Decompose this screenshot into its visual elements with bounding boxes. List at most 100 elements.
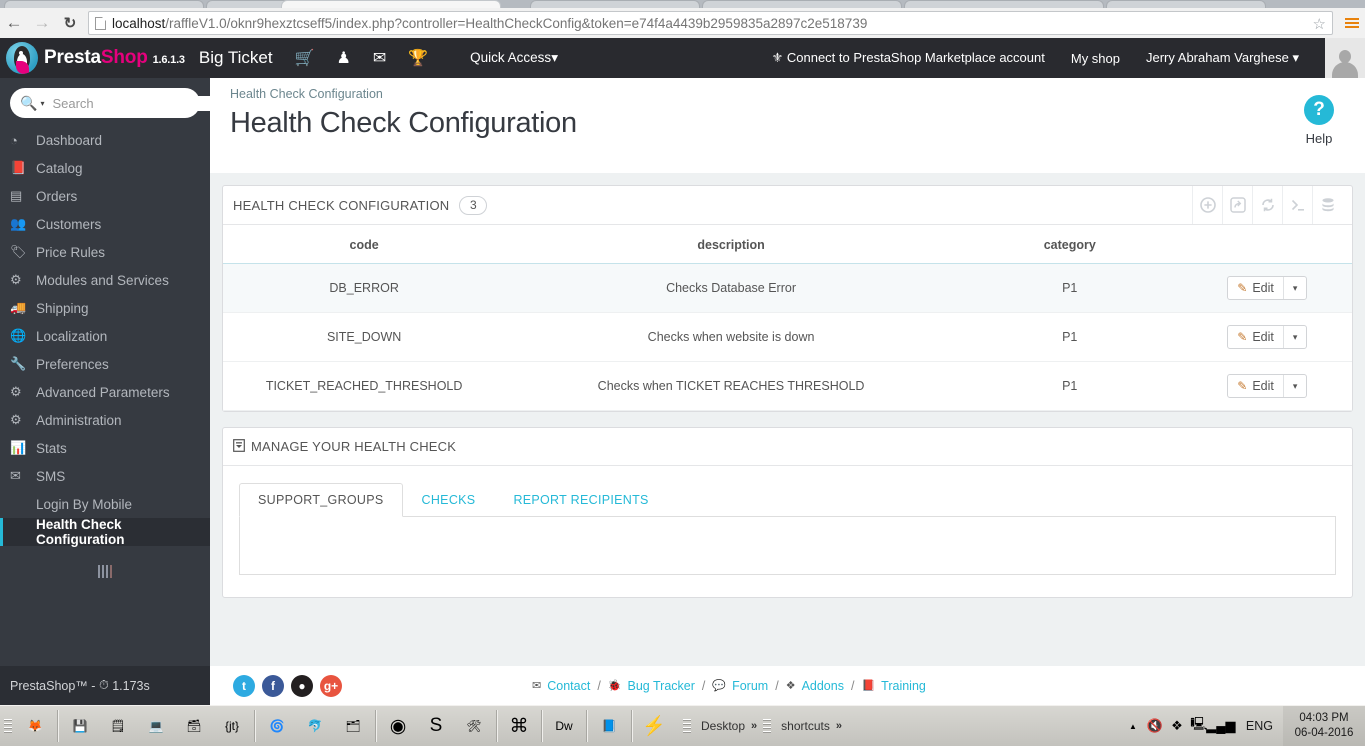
app-icon[interactable]: ⌘ <box>500 709 538 743</box>
browser-tab[interactable] <box>702 0 902 8</box>
mail-icon[interactable]: ✉ <box>373 48 386 68</box>
browser-tab[interactable] <box>4 0 204 8</box>
sidebar-item-catalog[interactable]: 📕 Catalog <box>0 154 210 182</box>
sidebar-item-advanced-parameters[interactable]: ⚙ Advanced Parameters <box>0 378 210 406</box>
tab-checks[interactable]: CHECKS <box>403 483 495 517</box>
taskbar-toolbar-shortcuts[interactable]: shortcuts <box>777 719 834 733</box>
taskbar-grip-icon[interactable] <box>0 719 16 733</box>
sidebar-item-customers[interactable]: 👥 Customers <box>0 210 210 238</box>
browser-menu-icon[interactable] <box>1339 18 1365 28</box>
footer-link-training[interactable]: Training <box>881 679 926 693</box>
firefox-icon[interactable]: 🦊 <box>16 709 54 743</box>
sidebar-item-health-check-configuration[interactable]: Health Check Configuration <box>0 517 210 547</box>
edit-button[interactable]: ✎ Edit <box>1228 277 1283 299</box>
taskbar-clock[interactable]: 04:03 PM 06-04-2016 <box>1283 705 1365 746</box>
toolbar-overflow-icon[interactable]: » <box>751 720 757 732</box>
browser-tab[interactable] <box>904 0 1104 8</box>
trophy-icon[interactable]: 🏆 <box>408 48 428 68</box>
footer-link-addons[interactable]: Addons <box>802 679 844 693</box>
table-row[interactable]: TICKET_REACHED_THRESHOLD Checks when TICK… <box>223 361 1352 411</box>
forward-button[interactable]: → <box>28 9 56 37</box>
toolbar-grip-icon[interactable] <box>759 719 775 733</box>
table-row[interactable]: DB_ERROR Checks Database Error P1 ✎ Edit ▾ <box>223 263 1352 313</box>
dreamweaver-icon[interactable]: Dw <box>545 709 583 743</box>
footer-link-bug-tracker[interactable]: Bug Tracker <box>628 679 695 693</box>
app-tray-icon[interactable]: ❖ <box>1166 715 1188 737</box>
my-shop-link[interactable]: My shop <box>1071 51 1120 66</box>
tomcat-icon[interactable]: ⚡ <box>635 709 673 743</box>
sidebar-collapse-toggle[interactable] <box>0 556 210 586</box>
show-hidden-icon[interactable]: ▲ <box>1122 715 1144 737</box>
skype-icon[interactable]: S <box>417 709 455 743</box>
taskbar-toolbar-desktop[interactable]: Desktop <box>697 719 749 733</box>
avatar[interactable] <box>1325 38 1365 78</box>
sidebar-nav: ◔ Dashboard 📕 Catalog ▤ Orders 👥 Customers 🏷 Pric… <box>0 126 210 547</box>
quick-access-menu[interactable]: Quick Access▾ <box>470 50 558 66</box>
volume-muted-icon[interactable]: 🔇 <box>1144 715 1166 737</box>
sidebar-item-preferences[interactable]: 🔧 Preferences <box>0 350 210 378</box>
sidebar-item-sms[interactable]: ✉ SMS <box>0 462 210 490</box>
database-icon[interactable]: 🗃 <box>175 709 213 743</box>
marketplace-link[interactable]: ⚜ Connect to PrestaShop Marketplace acco… <box>772 50 1045 66</box>
search-input[interactable] <box>52 95 229 111</box>
tools-icon[interactable]: 🛠 <box>455 709 493 743</box>
facebook-icon[interactable]: f <box>262 674 284 697</box>
gimp-icon[interactable]: 🌀 <box>258 709 296 743</box>
prestashop-logo[interactable] <box>0 38 44 78</box>
browser-tab-active[interactable] <box>281 0 501 8</box>
notepad-icon[interactable]: 🗒 <box>99 709 137 743</box>
toolbar-overflow-icon[interactable]: » <box>836 720 842 732</box>
cart-icon[interactable]: 🛒 <box>295 48 315 68</box>
editor-icon[interactable]: 📘 <box>590 709 628 743</box>
language-indicator[interactable]: ENG <box>1236 719 1283 733</box>
github-icon[interactable]: ● <box>291 674 313 697</box>
toolbar-grip-icon[interactable] <box>679 719 695 733</box>
bookmark-star-icon[interactable]: ☆ <box>1313 15 1326 33</box>
address-bar[interactable]: localhost/raffleV1.0/oknr9hexztcseff5/in… <box>88 11 1333 35</box>
footer-link-contact[interactable]: Contact <box>547 679 590 693</box>
console-icon[interactable] <box>1282 186 1312 224</box>
row-dropdown-toggle[interactable]: ▾ <box>1282 326 1307 348</box>
chevron-down-icon[interactable]: ▾ <box>40 99 44 108</box>
twitter-icon[interactable]: t <box>233 674 255 697</box>
tab-report-recipients[interactable]: REPORT RECIPIENTS <box>494 483 667 517</box>
browser-tab[interactable] <box>530 0 700 8</box>
sidebar-item-dashboard[interactable]: ◔ Dashboard <box>0 126 210 154</box>
reload-button[interactable]: ↻ <box>56 9 84 37</box>
edit-button[interactable]: ✎ Edit <box>1228 326 1283 348</box>
signal-icon[interactable]: ▂▄▆ <box>1206 715 1235 737</box>
help-button[interactable]: ? Help <box>1289 95 1349 146</box>
sidebar-item-orders[interactable]: ▤ Orders <box>0 182 210 210</box>
sidebar-item-stats[interactable]: 📊 Stats <box>0 434 210 462</box>
sidebar-item-shipping[interactable]: 🚚 Shipping <box>0 294 210 322</box>
google-plus-icon[interactable]: g+ <box>320 674 342 697</box>
mysql-workbench-icon[interactable]: 🐬 <box>296 709 334 743</box>
sidebar-item-price-rules[interactable]: 🏷 Price Rules <box>0 238 210 266</box>
sidebar-item-localization[interactable]: 🌐 Localization <box>0 322 210 350</box>
table-row[interactable]: SITE_DOWN Checks when website is down P1 ✎ E… <box>223 312 1352 362</box>
search-box[interactable]: 🔍 ▾ <box>10 88 229 118</box>
remote-icon[interactable]: 💻 <box>137 709 175 743</box>
customers-icon[interactable]: ♟ <box>336 48 350 68</box>
employee-menu[interactable]: Jerry Abraham Varghese ▾ <box>1146 50 1299 66</box>
sidebar-item-login-by-mobile[interactable]: Login By Mobile <box>0 490 210 518</box>
browser-tab[interactable] <box>1106 0 1266 8</box>
database-icon[interactable] <box>1312 186 1342 224</box>
add-new-icon[interactable] <box>1192 186 1222 224</box>
back-button[interactable]: ← <box>0 9 28 37</box>
chrome-icon[interactable]: ◉ <box>379 709 417 743</box>
sidebar-item-administration[interactable]: ⚙ Administration <box>0 406 210 434</box>
refresh-icon[interactable] <box>1252 186 1282 224</box>
footer-link-forum[interactable]: Forum <box>732 679 768 693</box>
sidebar-item-modules-and-services[interactable]: ⚙ Modules and Services <box>0 266 210 294</box>
browser-tab-strip[interactable] <box>0 0 1365 8</box>
row-dropdown-toggle[interactable]: ▾ <box>1282 375 1307 397</box>
taskbar-toolbars: Desktop» shortcuts» <box>679 719 842 733</box>
jt-icon[interactable]: {jt} <box>213 709 251 743</box>
save-icon[interactable]: 💾 <box>61 709 99 743</box>
explorer-icon[interactable]: 🗂 <box>334 709 372 743</box>
tab-support-groups[interactable]: SUPPORT_GROUPS <box>239 483 403 517</box>
export-icon[interactable] <box>1222 186 1252 224</box>
row-dropdown-toggle[interactable]: ▾ <box>1282 277 1307 299</box>
edit-button[interactable]: ✎ Edit <box>1228 375 1283 397</box>
